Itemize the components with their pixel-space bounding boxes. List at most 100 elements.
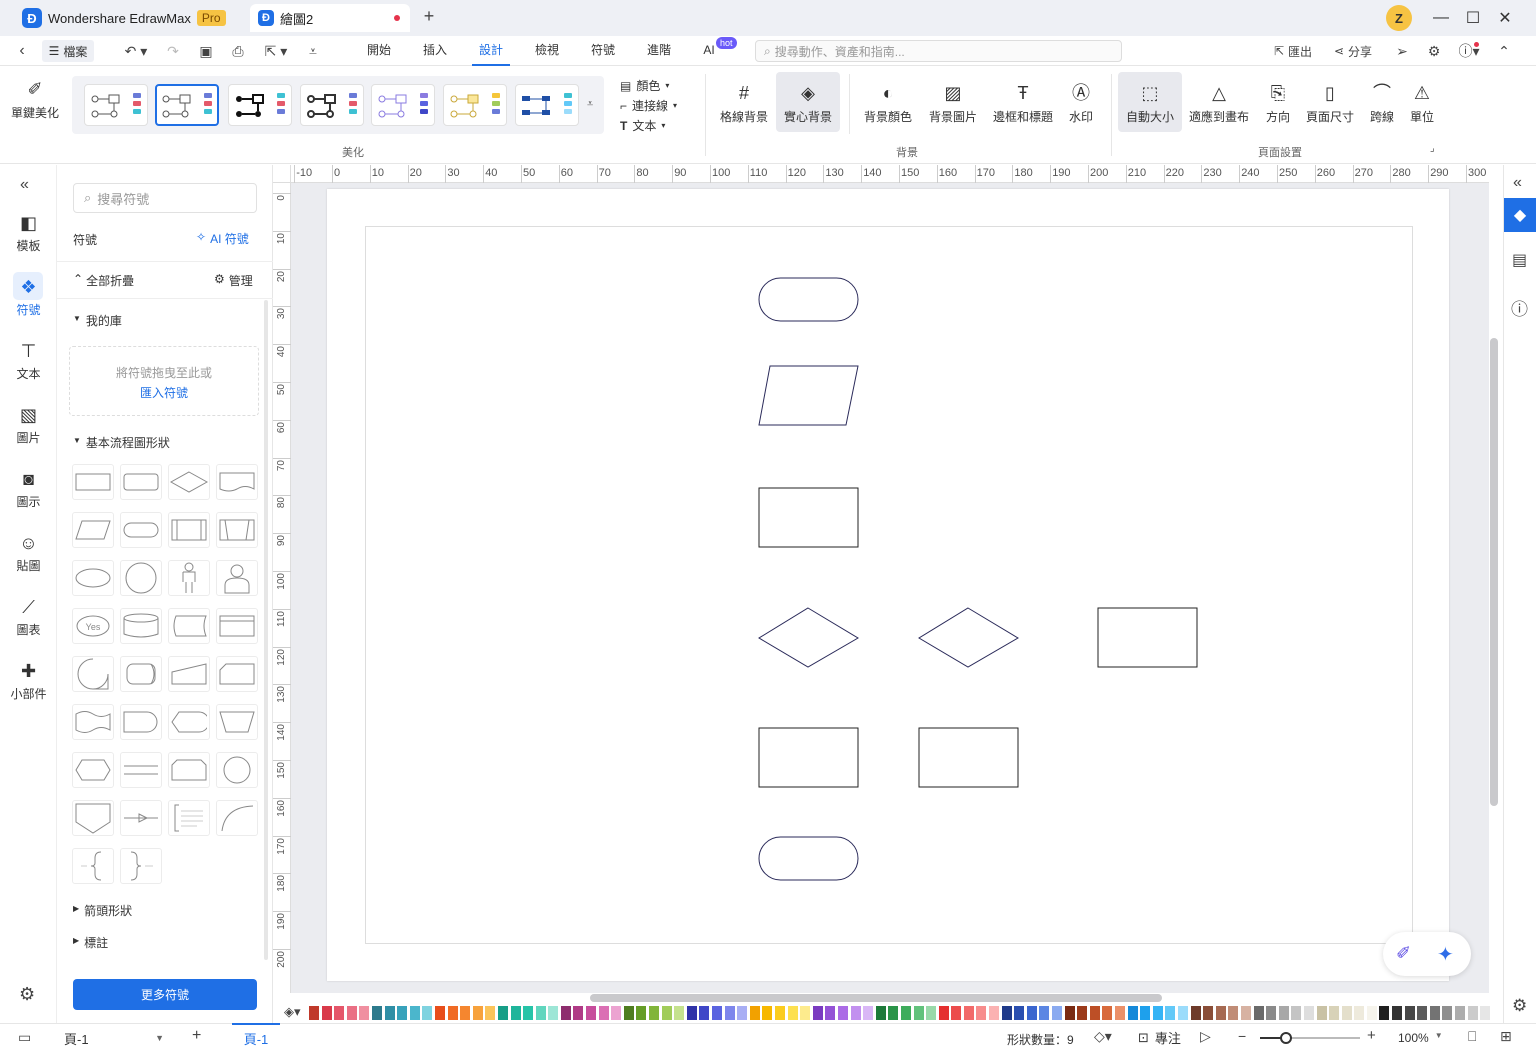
color-swatch[interactable] [309, 1006, 319, 1020]
color-swatch[interactable] [548, 1006, 559, 1020]
process-shape-2[interactable] [1097, 607, 1198, 668]
color-swatch[interactable] [1354, 1006, 1365, 1020]
color-swatch[interactable] [686, 1006, 697, 1020]
decision-shape-1[interactable] [758, 607, 859, 668]
color-swatch[interactable] [774, 1006, 785, 1020]
color-swatch[interactable] [1240, 1006, 1251, 1020]
color-swatch[interactable] [1089, 1006, 1100, 1020]
color-swatch[interactable] [573, 1006, 584, 1020]
terminator-shape-start[interactable] [758, 277, 859, 322]
canvas-horizontal-scrollbar[interactable] [590, 994, 1162, 1002]
color-swatch[interactable] [422, 1006, 433, 1020]
color-swatch[interactable] [661, 1006, 672, 1020]
expand-right-panel-icon[interactable]: « [1513, 174, 1522, 192]
color-swatch[interactable] [800, 1006, 811, 1020]
play-icon[interactable]: ▷ [1200, 1028, 1211, 1045]
format-paint-icon[interactable]: ◆ [1504, 198, 1536, 232]
color-swatch[interactable] [926, 1006, 937, 1020]
color-swatch[interactable] [1052, 1006, 1063, 1020]
color-swatch[interactable] [497, 1006, 508, 1020]
process-shape-3[interactable] [758, 727, 859, 788]
color-swatch[interactable] [888, 1006, 899, 1020]
page-list-icon[interactable]: ▭ [18, 1029, 31, 1046]
zoom-out-icon[interactable]: − [1238, 1028, 1246, 1044]
color-swatch[interactable] [560, 1006, 571, 1020]
color-swatch[interactable] [1404, 1006, 1415, 1020]
color-swatch[interactable] [1480, 1006, 1491, 1020]
color-swatch[interactable] [1165, 1006, 1176, 1020]
color-swatch[interactable] [1341, 1006, 1352, 1020]
color-swatch[interactable] [649, 1006, 660, 1020]
color-swatch[interactable] [1115, 1006, 1125, 1020]
color-swatch[interactable] [636, 1006, 647, 1020]
color-swatch[interactable] [1190, 1006, 1201, 1020]
color-swatch[interactable] [1215, 1006, 1226, 1020]
focus-mode-button[interactable]: ⊡ 專注 [1138, 1028, 1181, 1047]
canvas-vertical-scrollbar[interactable] [1490, 338, 1498, 806]
color-swatch[interactable] [938, 1006, 949, 1020]
color-swatch[interactable] [346, 1006, 357, 1020]
color-swatch[interactable] [837, 1006, 848, 1020]
color-swatch[interactable] [409, 1006, 420, 1020]
color-swatch[interactable] [863, 1006, 874, 1020]
zoom-in-icon[interactable]: + [1367, 1027, 1376, 1044]
color-swatch[interactable] [749, 1006, 760, 1020]
color-swatch[interactable] [1102, 1006, 1113, 1020]
color-swatch[interactable] [611, 1006, 622, 1020]
color-swatch[interactable] [598, 1006, 609, 1020]
color-swatch[interactable] [850, 1006, 861, 1020]
color-swatch[interactable] [472, 1006, 483, 1020]
color-swatch[interactable] [1329, 1006, 1340, 1020]
color-swatch[interactable] [825, 1006, 836, 1020]
fit-page-icon[interactable]: ⊞ [1500, 1028, 1512, 1045]
color-swatch[interactable] [334, 1006, 345, 1020]
ai-beautify-icon[interactable]: ✐ [1396, 943, 1411, 964]
color-swatch[interactable] [1026, 1006, 1037, 1020]
page-select-dropdown[interactable]: 頁-1 ▼ [58, 1027, 170, 1049]
color-swatch[interactable] [1266, 1006, 1277, 1020]
color-swatch[interactable] [1417, 1006, 1428, 1020]
color-swatch[interactable] [1366, 1006, 1377, 1020]
color-swatch[interactable] [1014, 1006, 1025, 1020]
color-swatch[interactable] [1203, 1006, 1214, 1020]
color-swatch[interactable] [1001, 1006, 1012, 1020]
color-swatch[interactable] [737, 1006, 748, 1020]
color-swatch[interactable] [913, 1006, 924, 1020]
color-swatch[interactable] [963, 1006, 974, 1020]
color-swatch[interactable] [1278, 1006, 1289, 1020]
zoom-slider-handle[interactable] [1280, 1032, 1292, 1044]
color-swatch[interactable] [699, 1006, 710, 1020]
color-swatch[interactable] [1429, 1006, 1440, 1020]
color-swatch[interactable] [535, 1006, 546, 1020]
color-swatch[interactable] [976, 1006, 987, 1020]
color-swatch[interactable] [951, 1006, 962, 1020]
color-swatch[interactable] [1442, 1006, 1453, 1020]
color-swatch[interactable] [787, 1006, 798, 1020]
color-swatch[interactable] [523, 1006, 534, 1020]
color-swatch[interactable] [712, 1006, 722, 1020]
color-swatch[interactable] [359, 1006, 370, 1020]
color-swatch[interactable] [900, 1006, 911, 1020]
right-settings-icon[interactable]: ⚙ [1512, 996, 1527, 1016]
color-swatch[interactable] [371, 1006, 382, 1020]
color-swatch[interactable] [1316, 1006, 1327, 1020]
decision-shape-2[interactable] [918, 607, 1019, 668]
color-swatch[interactable] [1177, 1006, 1188, 1020]
ai-sparkle-icon[interactable]: ✦ [1437, 942, 1454, 967]
color-swatch[interactable] [1064, 1006, 1075, 1020]
fill-color-icon[interactable]: ◈▾ [284, 1004, 301, 1020]
color-swatch[interactable] [1291, 1006, 1302, 1020]
color-swatch[interactable] [434, 1006, 445, 1020]
help-circle-icon[interactable]: ⓘ [1511, 295, 1528, 320]
book-view-icon[interactable]: ⎕ [1468, 1028, 1476, 1045]
color-swatch[interactable] [510, 1006, 521, 1020]
page-properties-icon[interactable]: ▤ [1512, 250, 1527, 270]
color-swatch[interactable] [762, 1006, 773, 1020]
color-swatch[interactable] [1379, 1006, 1390, 1020]
color-swatch[interactable] [1392, 1006, 1403, 1020]
color-swatch[interactable] [989, 1006, 1000, 1020]
color-swatch[interactable] [674, 1006, 685, 1020]
process-shape-4[interactable] [918, 727, 1019, 788]
color-swatch[interactable] [1253, 1006, 1264, 1020]
color-swatch[interactable] [623, 1006, 634, 1020]
